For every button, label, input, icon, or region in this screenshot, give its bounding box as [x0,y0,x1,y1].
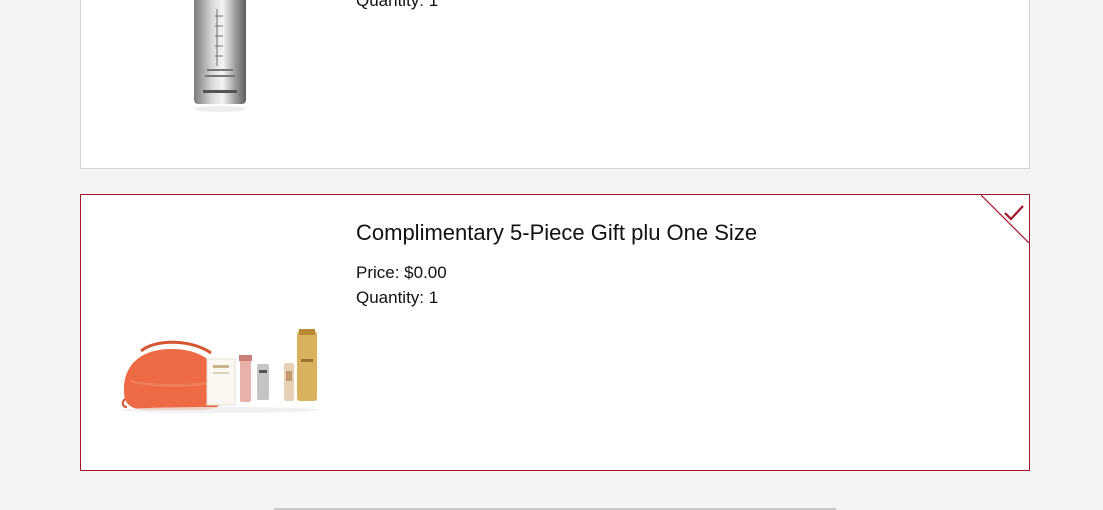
product-image [181,0,261,121]
item-details: Quantity: 1 [356,0,438,13]
quantity-label: Quantity: 1 [356,288,439,307]
quantity-label: Quantity: 1 [356,0,439,10]
price-label: Price: $0.00 [356,263,447,282]
gift-set-image [121,329,319,413]
cart-item-card: Quantity: 1 [80,0,1030,169]
serum-bottle-image [194,0,246,112]
product-title[interactable]: Complimentary 5-Piece Gift plu One Size [356,220,757,246]
item-details: Complimentary 5-Piece Gift plu One Size … [356,220,757,310]
product-image [121,329,321,419]
cart-item-card-selected[interactable]: Complimentary 5-Piece Gift plu One Size … [80,194,1030,471]
selected-check-icon [981,195,1029,243]
